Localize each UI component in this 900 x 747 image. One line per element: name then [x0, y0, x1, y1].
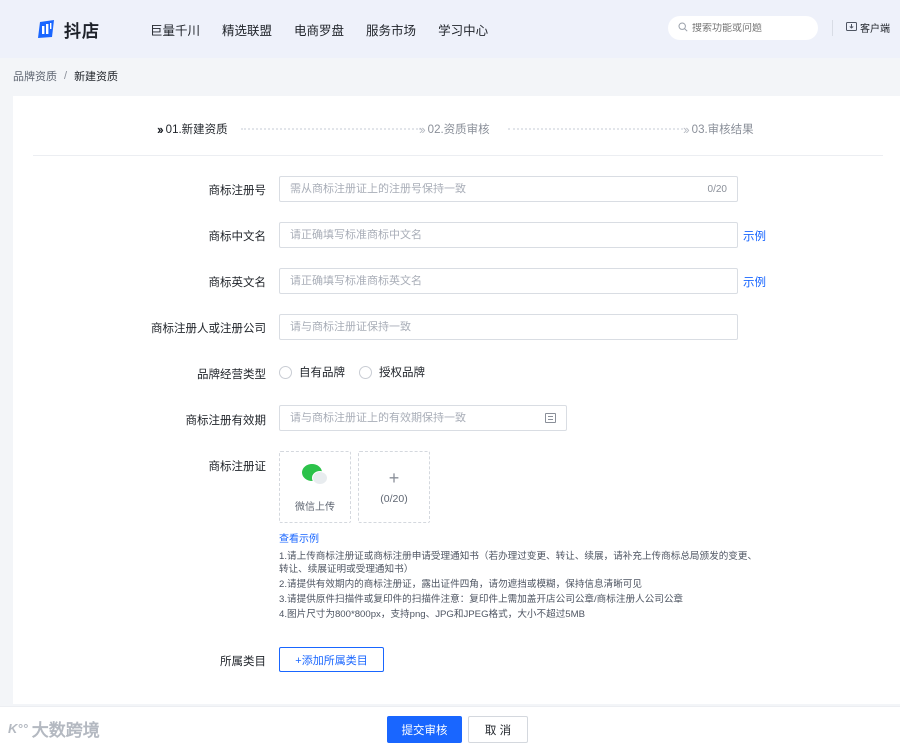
plus-icon: +: [388, 468, 400, 488]
wechat-icon: [300, 462, 330, 488]
cancel-button[interactable]: 取 消: [468, 716, 528, 743]
registrant-field[interactable]: [279, 314, 738, 340]
image-upload-button[interactable]: + (0/20): [358, 451, 430, 523]
note-item: 3.请提供原件扫描件或复印件的扫描件注意：复印件上需加盖开店公司公章/商标注册人…: [279, 594, 684, 605]
view-example-link[interactable]: 查看示例: [279, 530, 319, 545]
nav-item-compass[interactable]: 电商罗盘: [294, 20, 344, 39]
doudian-logo-icon: [36, 18, 58, 40]
watermark-text: 大数跨境: [31, 721, 100, 740]
cn-name-label: 商标中文名: [208, 231, 267, 243]
logo-text: 抖店: [64, 21, 100, 41]
validity-date-picker[interactable]: [279, 405, 567, 431]
category-label: 所属类目: [220, 656, 266, 668]
nav-item-qianchuan[interactable]: 巨量千川: [150, 20, 200, 39]
step-qualification-review: ›› 02.资质审核: [419, 121, 490, 137]
double-chevron-right-icon: ››: [683, 121, 690, 137]
client-label: 客户端: [860, 24, 890, 35]
cn-name-input[interactable]: [290, 229, 727, 241]
en-name-field[interactable]: [279, 268, 738, 294]
search-input[interactable]: [692, 22, 812, 34]
reg-no-input[interactable]: [290, 183, 702, 195]
nav-divider: [832, 20, 833, 36]
validity-input[interactable]: [290, 412, 545, 424]
step-review-result: ›› 03.审核结果: [683, 121, 754, 137]
brand-type-radio-group: 自有品牌 授权品牌: [279, 364, 439, 380]
step-new-qualification: ›› 01.新建资质: [157, 121, 228, 137]
cn-name-field[interactable]: [279, 222, 738, 248]
breadcrumb-parent[interactable]: 品牌资质: [13, 68, 57, 84]
registrant-input[interactable]: [290, 321, 727, 333]
radio-circle[interactable]: [359, 365, 372, 379]
en-name-label: 商标英文名: [208, 277, 267, 289]
nav-item-service-market[interactable]: 服务市场: [366, 20, 416, 39]
brand-type-label: 品牌经营类型: [197, 369, 266, 381]
note-item: 1.请上传商标注册证或商标注册申请受理通知书（若办理过变更、转让、续展，请补充上…: [279, 551, 758, 575]
step-label: 03.审核结果: [691, 124, 754, 136]
step-connector: [508, 128, 683, 130]
footer-bar: K°° 大数跨境 提交审核 取 消: [0, 706, 900, 747]
logo[interactable]: 抖店: [36, 17, 146, 42]
divider: [33, 155, 883, 156]
registrant-label: 商标注册人或注册公司: [151, 323, 266, 335]
upload-notes: 1.请上传商标注册证或商标注册申请受理通知书（若办理过变更、转让、续展，请补充上…: [279, 550, 759, 623]
breadcrumb-separator: /: [64, 70, 68, 82]
search-bar[interactable]: [668, 16, 818, 40]
breadcrumb: 品牌资质 / 新建资质: [13, 68, 118, 84]
radio-licensed-brand[interactable]: 授权品牌: [359, 364, 425, 380]
certificate-label: 商标注册证: [208, 461, 267, 473]
wechat-upload-label: 微信上传: [295, 501, 335, 513]
breadcrumb-current: 新建资质: [74, 71, 119, 83]
step-label: 02.资质审核: [427, 124, 490, 136]
nav-item-learning-center[interactable]: 学习中心: [438, 20, 488, 39]
upload-count: (0/20): [380, 493, 408, 505]
calendar-icon[interactable]: [545, 413, 556, 423]
reg-no-label: 商标注册号: [208, 185, 267, 197]
double-chevron-right-icon: ››: [157, 121, 164, 137]
en-name-input[interactable]: [290, 275, 727, 287]
validity-label: 商标注册有效期: [185, 415, 267, 427]
nav-menu: 巨量千川 精选联盟 电商罗盘 服务市场 学习中心: [150, 20, 510, 39]
radio-own-brand[interactable]: 自有品牌: [279, 364, 345, 380]
double-chevron-right-icon: ››: [419, 121, 426, 137]
char-counter: 0/20: [707, 183, 727, 195]
search-icon: [678, 21, 688, 35]
reg-no-field[interactable]: 0/20: [279, 176, 738, 202]
top-nav: 抖店 巨量千川 精选联盟 电商罗盘 服务市场 学习中心 客户端: [0, 0, 900, 58]
nav-item-alliance[interactable]: 精选联盟: [222, 20, 272, 39]
radio-circle[interactable]: [279, 365, 292, 379]
client-button[interactable]: 客户端: [846, 20, 890, 35]
wechat-upload-button[interactable]: 微信上传: [279, 451, 351, 523]
radio-label: 授权品牌: [379, 367, 425, 379]
step-label: 01.新建资质: [165, 124, 228, 136]
add-category-button[interactable]: +添加所属类目: [279, 647, 384, 672]
note-item: 2.请提供有效期内的商标注册证，露出证件四角，请勿遮挡或模糊，保持信息清晰可见: [279, 579, 642, 590]
watermark-logo: K°°: [8, 721, 28, 736]
watermark: K°° 大数跨境: [8, 716, 100, 741]
note-item: 4.图片尺寸为800*800px，支持png、JPG和JPEG格式，大小不超过5…: [279, 609, 586, 620]
form-card: ›› 01.新建资质 ›› 02.资质审核 ›› 03.审核结果 商标注册号 0…: [13, 96, 900, 704]
cn-name-example-link[interactable]: 示例: [743, 228, 766, 244]
step-connector: [241, 128, 421, 130]
en-name-example-link[interactable]: 示例: [743, 274, 766, 290]
submit-button[interactable]: 提交审核: [387, 716, 462, 743]
download-icon: [846, 21, 857, 35]
radio-label: 自有品牌: [299, 367, 345, 379]
